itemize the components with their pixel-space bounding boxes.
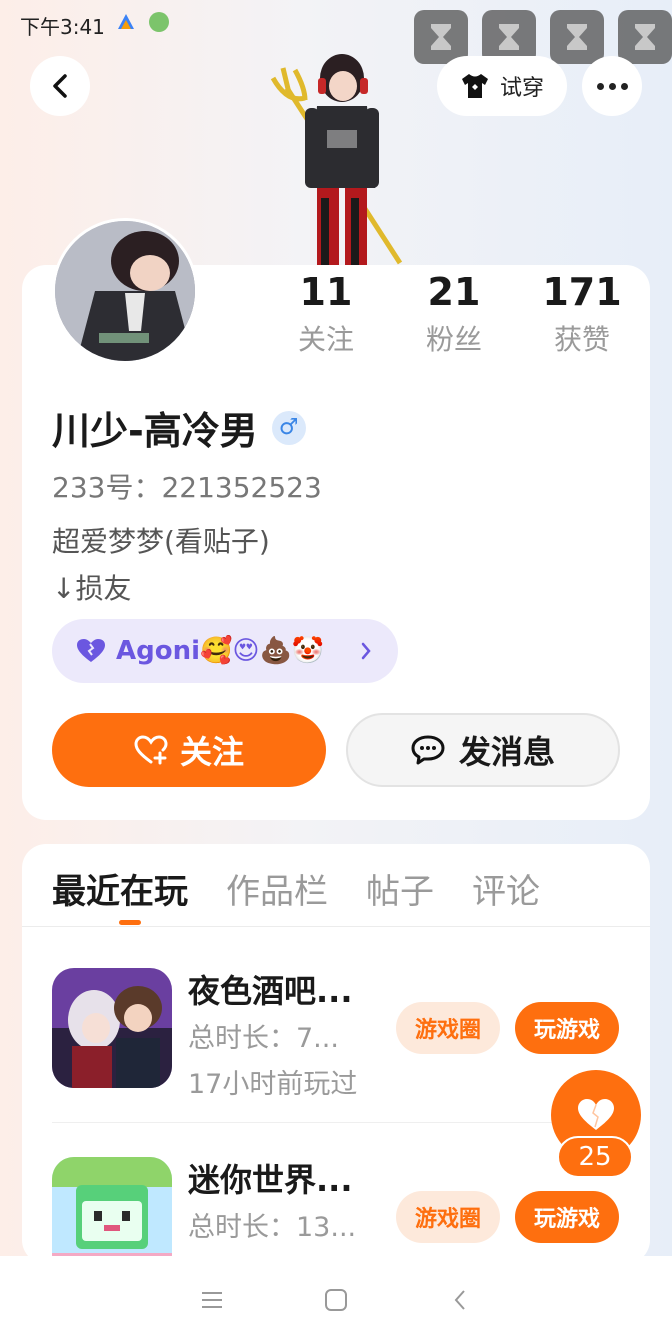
hourglass-icon xyxy=(567,24,587,50)
game-name: 夜色酒吧... xyxy=(188,972,353,1010)
list-item[interactable]: 迷你世界... 总时长：13... 游戏圈 玩游戏 xyxy=(52,1157,622,1264)
hourglass-icon xyxy=(635,24,655,50)
following-label: 关注 xyxy=(297,323,354,356)
hourglass-tile-4[interactable] xyxy=(618,10,672,64)
nav-back-icon xyxy=(454,1290,465,1310)
user-name: 川少-高冷男 xyxy=(52,409,258,453)
content-card: 最近在玩 作品栏 帖子 评论 夜色酒吧... 总时长：7... 17小时前玩过 … xyxy=(22,844,650,1264)
row-divider xyxy=(52,1122,622,1123)
active-tab-indicator xyxy=(119,920,141,925)
likes-label: 获赞 xyxy=(553,323,610,356)
hourglass-icon xyxy=(431,24,451,50)
more-icon xyxy=(596,82,628,90)
game-icon-nightbar[interactable] xyxy=(52,968,172,1088)
likes-stat[interactable]: 171 获赞 xyxy=(518,268,646,358)
game-circle-button[interactable]: 游戏圈 xyxy=(396,1191,500,1243)
bio-line-1: 超爱梦梦(看贴子) xyxy=(52,525,270,558)
heart-plus-icon xyxy=(134,735,168,765)
game-duration: 总时长：7... xyxy=(188,1023,339,1054)
game-last-played: 17小时前玩过 xyxy=(188,1069,358,1100)
back-nav-button[interactable] xyxy=(440,1280,480,1320)
user-id[interactable]: 233号：221352523 xyxy=(52,466,322,506)
hourglass-tile-3[interactable] xyxy=(550,10,604,64)
content-tabs: 最近在玩 作品栏 帖子 评论 xyxy=(52,864,540,913)
following-stat[interactable]: 11 关注 xyxy=(262,268,390,358)
status-bar: 下午3:41 xyxy=(0,0,672,64)
relationship-badge[interactable]: Agoni🥰😍💩🤡 xyxy=(52,619,398,683)
tab-works[interactable]: 作品栏 xyxy=(226,864,328,913)
try-on-button[interactable]: 试穿 xyxy=(437,56,567,116)
home-square-icon xyxy=(325,1289,347,1311)
tabs-divider xyxy=(22,926,650,927)
app-notification-icon xyxy=(118,14,134,29)
back-button[interactable] xyxy=(30,56,90,116)
followers-label: 粉丝 xyxy=(425,323,482,356)
more-button[interactable] xyxy=(582,56,642,116)
avatar[interactable] xyxy=(52,218,198,364)
hourglass-icon xyxy=(499,24,519,50)
follow-label: 关注 xyxy=(179,733,244,771)
game-cover-image xyxy=(52,1157,172,1264)
menu-nav-button[interactable] xyxy=(192,1280,232,1320)
name-row: 川少-高冷男 ♂ xyxy=(52,400,306,455)
likes-count: 171 xyxy=(542,270,622,314)
settings-notification-icon xyxy=(149,12,169,32)
tab-comments[interactable]: 评论 xyxy=(472,864,540,913)
tab-recent-games[interactable]: 最近在玩 xyxy=(52,864,188,913)
play-game-button[interactable]: 玩游戏 xyxy=(515,1002,619,1054)
menu-icon xyxy=(202,1292,222,1308)
message-button[interactable]: 发消息 xyxy=(346,713,620,787)
followers-count: 21 xyxy=(427,270,481,314)
list-item[interactable]: 夜色酒吧... 总时长：7... 17小时前玩过 游戏圈 玩游戏 xyxy=(52,968,622,1100)
game-duration: 总时长：13... xyxy=(188,1212,357,1243)
chat-icon xyxy=(411,735,445,765)
avatar-3d-figure[interactable] xyxy=(265,48,415,268)
profile-stats: 11 关注 21 粉丝 171 获赞 xyxy=(262,268,650,358)
avatar-image xyxy=(55,221,195,361)
message-label: 发消息 xyxy=(458,733,555,771)
game-cover-image xyxy=(52,968,172,1088)
game-circle-button[interactable]: 游戏圈 xyxy=(396,1002,500,1054)
bio-line-2: ↓损友 xyxy=(52,572,132,605)
status-time: 下午3:41 xyxy=(20,15,105,39)
system-nav-bar xyxy=(0,1256,672,1344)
game-name: 迷你世界... xyxy=(188,1161,353,1199)
tshirt-icon xyxy=(461,74,488,98)
try-on-label: 试穿 xyxy=(499,76,544,101)
heart-icon xyxy=(578,1099,614,1130)
play-game-button[interactable]: 玩游戏 xyxy=(515,1191,619,1243)
chevron-right-icon xyxy=(361,642,371,660)
like-count: 25 xyxy=(557,1136,633,1178)
home-nav-button[interactable] xyxy=(316,1280,356,1320)
male-gender-icon: ♂ xyxy=(271,410,306,445)
followers-stat[interactable]: 21 粉丝 xyxy=(390,268,518,358)
back-icon xyxy=(53,74,67,98)
heart-icon xyxy=(77,639,105,662)
following-count: 11 xyxy=(299,270,353,314)
tab-posts[interactable]: 帖子 xyxy=(366,864,434,913)
game-icon-miniworld[interactable] xyxy=(52,1157,172,1264)
badge-text: Agoni🥰😍💩🤡 xyxy=(116,636,325,666)
follow-button[interactable]: 关注 xyxy=(52,713,326,787)
